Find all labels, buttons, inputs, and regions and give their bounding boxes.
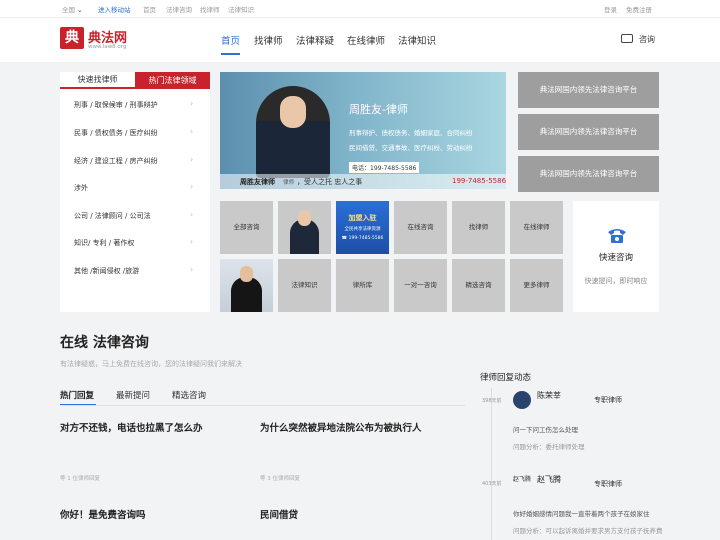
tile-featured[interactable]: 精选咨询	[452, 259, 505, 312]
tab-featured-consults[interactable]: 精选咨询	[172, 389, 206, 401]
avatar[interactable]: 赵飞腾	[513, 475, 533, 484]
chevron-right-icon: ›	[190, 265, 194, 274]
question-meta-1: 等 1 位律师回复	[60, 476, 100, 482]
feed-answer-2: 问题分析：可以起诉离婚并要求男方支付孩子抚养费	[513, 527, 663, 535]
nav-legal-qa[interactable]: 法律释疑	[296, 33, 334, 47]
tile-all-consults[interactable]: 全部咨询	[220, 201, 273, 254]
mobile-site-link[interactable]: 进入移动站	[98, 4, 131, 14]
banner-phone-badge: 电话：199-7485-5586	[349, 162, 420, 173]
feed-title: 律师回复动态	[480, 373, 532, 383]
feed-time-1: 398天前	[482, 398, 502, 404]
field-row-ip[interactable]: 知识/ 专利 / 著作权	[74, 238, 134, 248]
feed-question-2[interactable]: 你好婚姻感情问题我一直带着两个孩子在娘家住	[513, 508, 650, 518]
chevron-right-icon: ›	[190, 210, 194, 219]
region-selector[interactable]: 全国 ⌄	[62, 4, 83, 14]
tab-hot-fields[interactable]: 热门法律领域	[135, 72, 210, 89]
chevron-right-icon: ›	[190, 155, 194, 164]
timeline-line	[491, 388, 492, 540]
chevron-right-icon: ›	[190, 99, 194, 108]
banner-footer-name: 周胜友律师	[240, 178, 275, 186]
promo-banner-3[interactable]: 典法网国内领先法律咨询平台	[518, 156, 659, 192]
avatar[interactable]	[513, 391, 531, 409]
tab-divider	[60, 405, 465, 406]
tab-hot-replies[interactable]: 热门回复	[60, 389, 94, 401]
toplink-find-lawyer[interactable]: 找律师	[200, 4, 220, 14]
tile-online-consult[interactable]: 在线咨询	[394, 201, 447, 254]
banner-footer-phone: 199-7485-5586	[452, 177, 507, 185]
question-title-1[interactable]: 对方不还钱，电话也拉黑了怎么办	[60, 420, 203, 434]
quick-consult-card[interactable]: 快速咨询 快速提问，即时响应	[573, 201, 659, 312]
tile-law-firms[interactable]: 律所库	[336, 259, 389, 312]
tab-latest-questions[interactable]: 最新提问	[116, 389, 150, 401]
banner-line-1: 刑事辩护、债权债务、婚姻家庭、合同纠纷	[349, 129, 473, 137]
nav-legal-knowledge[interactable]: 法律知识	[398, 33, 436, 47]
chevron-right-icon: ›	[190, 127, 194, 136]
register-link[interactable]: 免费注册	[626, 4, 652, 14]
question-title-4[interactable]: 民间借贷	[260, 507, 298, 521]
nav-home[interactable]: 首页	[221, 33, 240, 47]
question-title-3[interactable]: 你好！是免费咨询吗	[60, 507, 146, 521]
tile-find-lawyer[interactable]: 找律师	[452, 201, 505, 254]
field-row-company[interactable]: 公司 / 法律顾问 / 公司法	[74, 211, 151, 221]
top-utility-bar: 全国 ⌄ 进入移动站 首页 法律咨询 找律师 法律知识 登录 免费注册	[0, 0, 720, 18]
chevron-right-icon: ›	[190, 182, 194, 191]
banner-footer-title: 律师	[283, 180, 295, 186]
logo-icon[interactable]: 典	[60, 27, 84, 49]
region-label: 全国	[62, 6, 75, 14]
toplink-knowledge[interactable]: 法律知识	[228, 4, 254, 14]
tile-one-on-one[interactable]: 一对一咨询	[394, 259, 447, 312]
nav-find-lawyer[interactable]: 找律师	[254, 33, 283, 47]
field-row-civil[interactable]: 民事 / 债权债务 / 医疗纠纷	[74, 128, 158, 138]
banner-footer-slogan: ，受人之托 忠人之事	[297, 178, 363, 186]
tab-quick-find[interactable]: 快速找律师	[60, 72, 135, 89]
login-link[interactable]: 登录	[604, 4, 617, 14]
tile-lawyer-photo-2[interactable]	[220, 259, 273, 312]
lawyer-avatar-icon	[231, 277, 262, 312]
consult-link[interactable]: 咨询	[639, 34, 655, 45]
question-meta-2: 等 3 位律师回复	[260, 476, 300, 482]
feed-time-2: 403天前	[482, 481, 502, 487]
field-row-other[interactable]: 其他 /新闻侵权 /旅游	[74, 266, 139, 276]
promo-banner-2[interactable]: 典法网国内领先法律咨询平台	[518, 114, 659, 150]
toplink-home[interactable]: 首页	[143, 4, 156, 14]
promo-banner-1[interactable]: 典法网国内领先法律咨询平台	[518, 72, 659, 108]
question-title-2[interactable]: 为什么突然被异地法院公布为被执行人	[260, 420, 422, 434]
banner-lawyer-name: 周胜友-律师	[349, 103, 408, 116]
toplink-consult[interactable]: 法律咨询	[166, 4, 192, 14]
quick-consult-subtitle: 快速提问，即时响应	[584, 277, 648, 285]
tile-more-lawyers[interactable]: 更多律师	[510, 259, 563, 312]
tile-legal-knowledge[interactable]: 法律知识	[278, 259, 331, 312]
feed-lawyer-role-1: 专职律师	[594, 396, 622, 404]
chevron-right-icon: ›	[190, 237, 194, 246]
lawyer-face	[240, 266, 253, 282]
field-row-criminal[interactable]: 刑事 / 取保候审 / 刑事辩护	[74, 100, 158, 110]
feed-answer-1: 问题分析：委托律师处理	[513, 443, 585, 451]
join-title: 加盟入驻	[348, 214, 377, 222]
chat-icon[interactable]	[621, 34, 633, 43]
lawyer-face	[280, 96, 306, 128]
tile-lawyer-photo-1[interactable]	[278, 201, 331, 254]
banner-line-2: 民间借贷、交通事故、医疗纠纷、劳动纠纷	[349, 144, 473, 152]
feed-lawyer-role-2: 专职律师	[594, 480, 622, 488]
phone-icon	[608, 229, 626, 243]
nav-online-lawyer[interactable]: 在线律师	[347, 33, 385, 47]
field-row-foreign[interactable]: 涉外	[74, 183, 88, 193]
nav-active-indicator	[221, 53, 240, 55]
field-row-economic[interactable]: 经济 / 建设工程 / 房产纠纷	[74, 156, 158, 166]
section-subtitle: 有法律疑惑，马上免费在线咨询，您的法律疑问我们来解决	[60, 360, 242, 368]
tile-online-lawyer[interactable]: 在线律师	[510, 201, 563, 254]
feed-lawyer-name-2[interactable]: 赵飞腾	[537, 474, 561, 485]
tile-join-promo[interactable]: 加盟入驻 全民共享法律资源 ☎ 199-7485-5586	[336, 201, 389, 254]
join-subtitle: 全民共享法律资源	[344, 227, 381, 232]
section-title: 在线 法律咨询	[60, 335, 149, 351]
quick-consult-title: 快速咨询	[598, 253, 633, 263]
join-phone: ☎ 199-7485-5586	[341, 236, 384, 241]
lawyer-face	[298, 210, 311, 226]
feed-lawyer-name-1[interactable]: 陈荣莘	[537, 390, 561, 401]
logo-domain: www.law8.org	[88, 44, 127, 50]
feed-question-1[interactable]: 问一下问工伤怎么处理	[513, 424, 578, 434]
